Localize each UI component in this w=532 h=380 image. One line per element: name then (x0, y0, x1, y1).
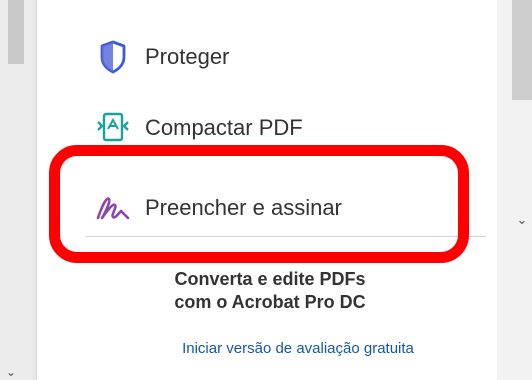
tool-proteger[interactable]: Proteger (95, 35, 229, 79)
tool-compactar-pdf[interactable]: Compactar PDF (95, 106, 303, 150)
promo-line-1: Converta e edite PDFs (174, 269, 366, 289)
right-scrollbar-thumb[interactable] (512, 0, 532, 100)
tool-label: Preencher e assinar (145, 195, 342, 220)
fill-sign-icon (95, 190, 131, 226)
promo-line-2: com o Acrobat Pro DC (174, 292, 366, 312)
tool-preencher-e-assinar[interactable]: Preencher e assinar (95, 186, 342, 230)
tools-separator (86, 236, 486, 237)
compress-pdf-icon (95, 110, 131, 146)
scroll-down-icon[interactable]: ⌄ (512, 212, 532, 228)
shield-icon (95, 39, 131, 75)
tool-label: Proteger (145, 44, 230, 69)
tool-label: Compactar PDF (145, 115, 303, 140)
left-scroll-down-icon[interactable]: ⌄ (6, 366, 16, 378)
left-scrollbar-thumb[interactable] (8, 0, 24, 64)
start-trial-link[interactable]: Iniciar versão de avaliação gratuita (140, 340, 456, 357)
